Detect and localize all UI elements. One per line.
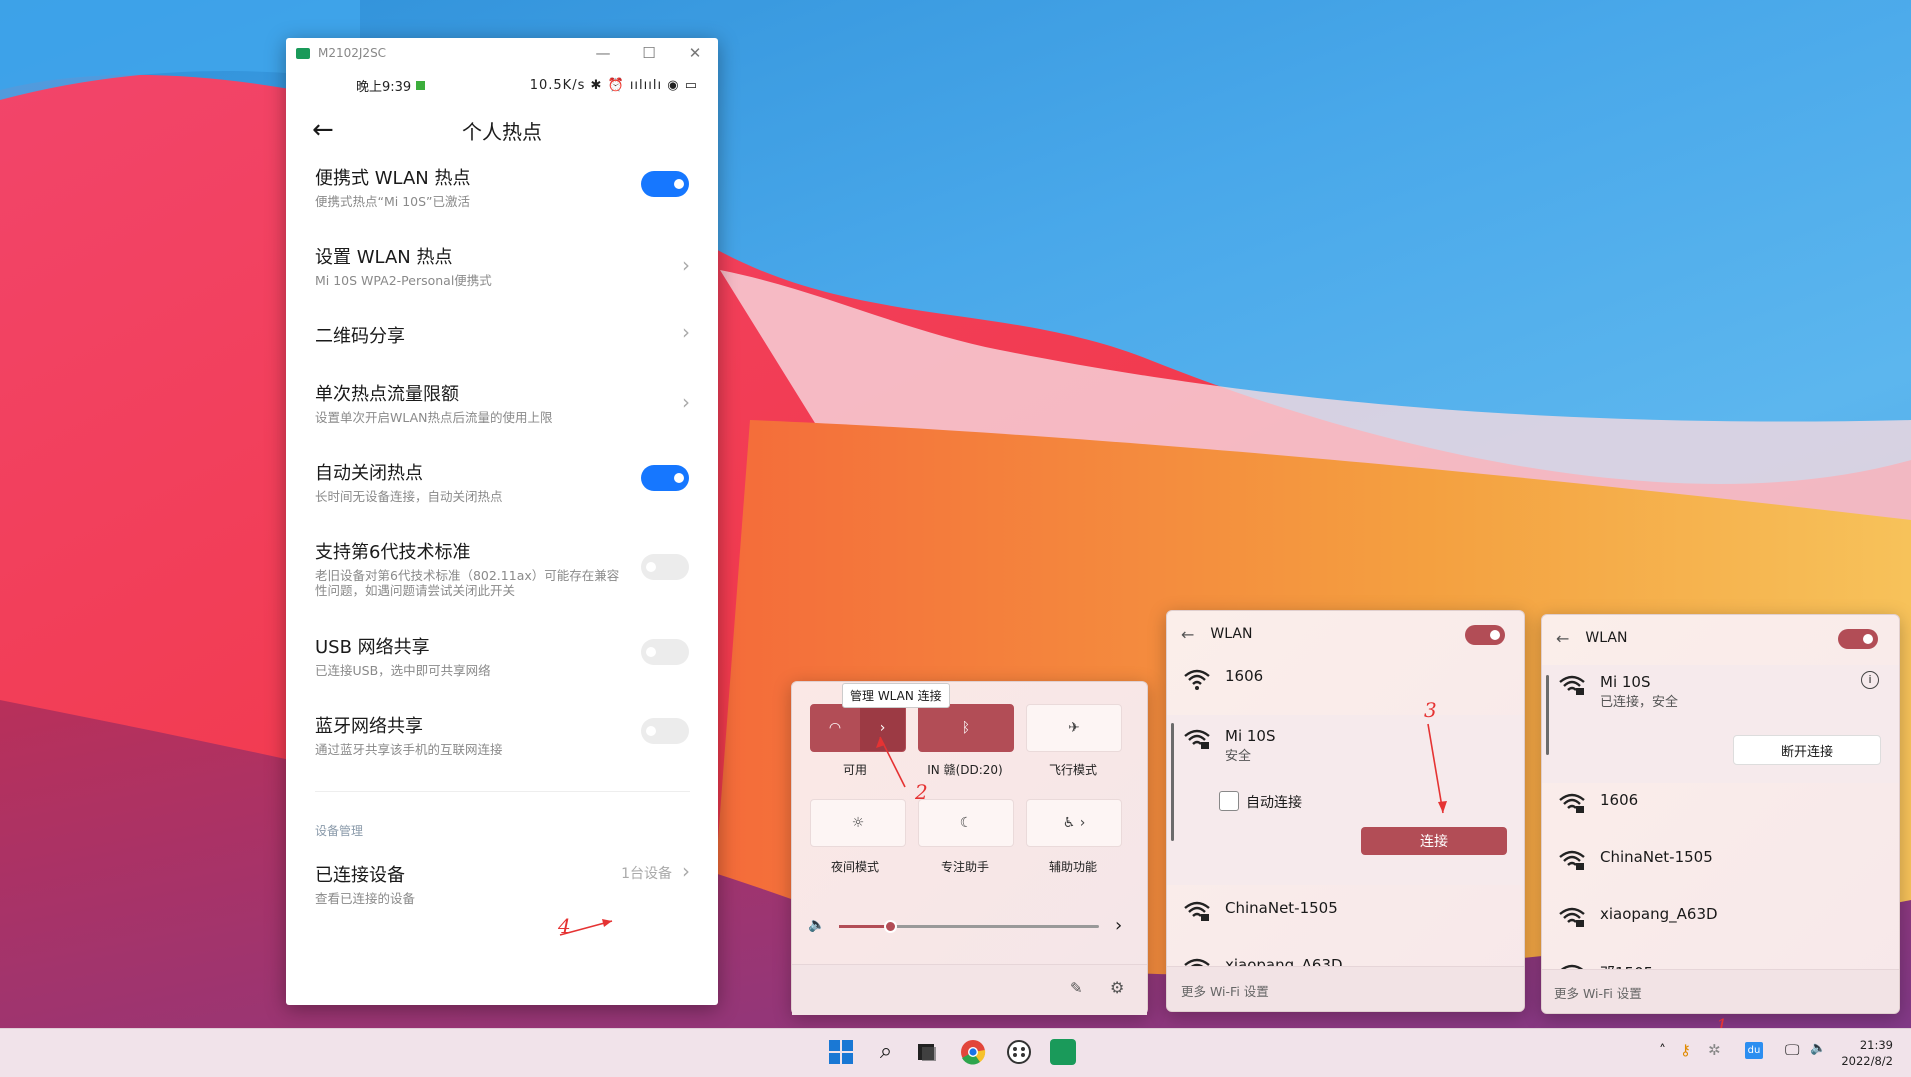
clock-time: 21:39 xyxy=(1859,1038,1893,1052)
search-icon[interactable]: ⌕ xyxy=(873,1039,899,1065)
clock-date: 2022/8/2 xyxy=(1841,1054,1893,1068)
chevron-up-icon[interactable]: ˄ xyxy=(1659,1043,1666,1059)
chrome-icon[interactable] xyxy=(960,1039,986,1065)
tray-app-icon[interactable]: ✲ xyxy=(1708,1041,1721,1059)
task-view-icon[interactable] xyxy=(914,1039,940,1065)
start-windows-icon[interactable] xyxy=(828,1039,854,1065)
annotation-label: 4 xyxy=(558,914,571,938)
game-app-icon[interactable] xyxy=(1006,1039,1032,1065)
phone-mirror-app-icon[interactable] xyxy=(1050,1039,1076,1065)
annotation-arrows xyxy=(559,723,1811,1067)
volume-tray-icon[interactable]: 🔈 xyxy=(1810,1041,1826,1056)
key-icon[interactable]: ⚷ xyxy=(1680,1041,1691,1059)
baidu-tray-icon[interactable]: du xyxy=(1745,1042,1763,1059)
clock[interactable]: 21:39 2022/8/2 xyxy=(1841,1037,1893,1069)
annotation-label: 3 xyxy=(1424,698,1437,722)
annotation-label: 2 xyxy=(915,780,928,804)
network-tray-icon[interactable]: 🖵 xyxy=(1785,1041,1799,1059)
taskbar: ⌕ ˄ ⚷ ✲ du 🖵 🔈 21:39 2022/8/2 xyxy=(0,1028,1911,1077)
